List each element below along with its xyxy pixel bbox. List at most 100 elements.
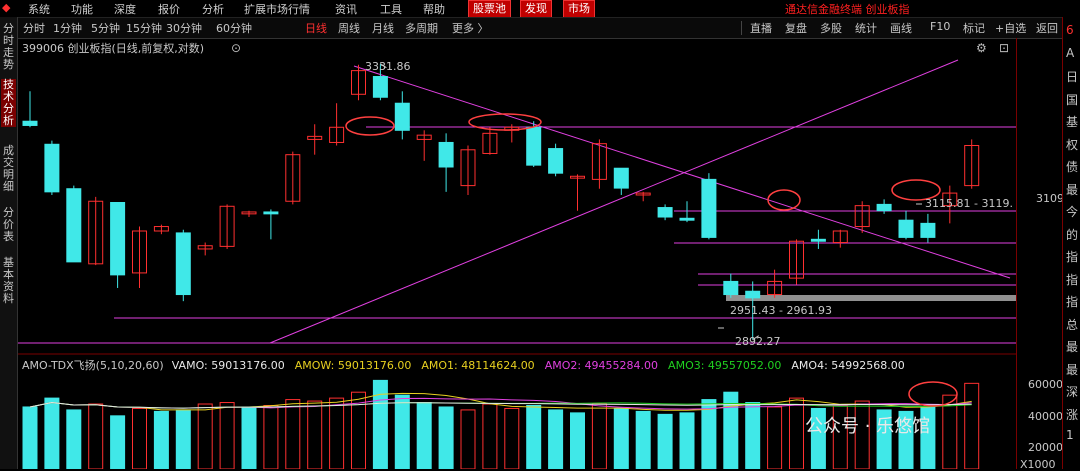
volume-bar xyxy=(570,412,585,469)
menu-market-button[interactable]: 市场 xyxy=(563,0,595,18)
tab-period-30min[interactable]: 30分钟 xyxy=(166,20,202,36)
tab-period-daily[interactable]: 日线 xyxy=(305,20,327,36)
menu-item-tools[interactable]: 工具 xyxy=(380,1,402,17)
volume-bar xyxy=(635,410,651,469)
right-info-panel: 6A日国基权债最今的指指指总最最深涨1 xyxy=(1062,17,1080,469)
volume-legend-item: AMO3: 49557052.00 xyxy=(668,359,782,372)
add-watchlist-button[interactable]: +自选 xyxy=(995,20,1026,36)
draw-line-button[interactable]: 画线 xyxy=(890,20,912,36)
menu-item-help[interactable]: 帮助 xyxy=(423,1,445,17)
menu-item-depth[interactable]: 深度 xyxy=(114,1,136,17)
volume-legend-item: AMO2: 49455284.00 xyxy=(544,359,659,372)
volume-bar xyxy=(613,407,629,469)
tab-period-5min[interactable]: 5分钟 xyxy=(91,20,120,36)
tab-period-monthly[interactable]: 月线 xyxy=(372,20,394,36)
tab-period-1min[interactable]: 1分钟 xyxy=(53,20,82,36)
volume-bar xyxy=(679,412,695,469)
candle-body xyxy=(657,207,673,218)
tab-technical-analysis[interactable]: 技术分析 xyxy=(1,79,16,127)
tab-basic-info[interactable]: 基本资料 xyxy=(1,257,16,305)
high-price-label: 3331.86 xyxy=(365,60,411,73)
f10-button[interactable]: F10 xyxy=(930,20,950,33)
tab-price-table[interactable]: 分价表 xyxy=(1,207,16,243)
candle-body xyxy=(372,76,388,98)
candle-body xyxy=(263,211,279,215)
volume-legend-item: VAMO: 59013176.00 xyxy=(171,359,285,372)
menu-item-news[interactable]: 资讯 xyxy=(335,1,357,17)
info-char: 指 xyxy=(1066,250,1079,264)
chart-title: 399006 创业板指(日线,前复权,对数) xyxy=(22,42,205,55)
volume-bar xyxy=(153,410,169,469)
volume-bar xyxy=(548,409,564,469)
volume-bar xyxy=(66,409,82,469)
info-char: 基 xyxy=(1066,115,1079,129)
volume-bar xyxy=(657,413,673,469)
menu-item-system[interactable]: 系统 xyxy=(28,1,50,17)
replay-button[interactable]: 复盘 xyxy=(785,20,807,36)
price-axis: 3109 60000 40000 20000 X1000 xyxy=(1016,38,1064,471)
volume-axis-20000: 20000 xyxy=(1028,441,1063,454)
settings-icon[interactable]: ⚙ xyxy=(976,41,987,55)
candle-body xyxy=(438,141,454,168)
candle-body xyxy=(175,232,191,296)
menu-item-analysis[interactable]: 分析 xyxy=(202,1,224,17)
volume-axis-unit: X1000 xyxy=(1020,458,1056,471)
info-char: A xyxy=(1066,45,1075,60)
statistics-button[interactable]: 统计 xyxy=(855,20,877,36)
mark-button[interactable]: 标记 xyxy=(963,20,985,36)
volume-bar xyxy=(132,407,147,469)
candle-body xyxy=(44,143,60,193)
low-price-label: 2892.27 xyxy=(735,335,781,348)
info-char: 涨 xyxy=(1066,407,1079,422)
candle-body xyxy=(66,188,82,263)
volume-bar xyxy=(285,399,301,469)
menu-item-quote[interactable]: 报价 xyxy=(158,1,180,17)
volume-bar xyxy=(504,407,520,469)
multi-stock-button[interactable]: 多股 xyxy=(820,20,842,36)
volume-bar xyxy=(110,415,126,469)
menu-discover-button[interactable]: 发现 xyxy=(520,0,552,18)
volume-indicator-legend: AMO-TDX飞扬(5,10,20,60) VAMO: 59013176.00 AM… xyxy=(22,357,915,373)
annotation-circle xyxy=(767,189,801,211)
tab-trade-details[interactable]: 成交明细 xyxy=(1,145,16,193)
tab-timeshare-trend[interactable]: 分时走势 xyxy=(1,23,16,71)
app-title: 通达信金融终端 创业板指 xyxy=(785,3,910,16)
back-button[interactable]: 返回 xyxy=(1036,20,1058,36)
volume-bar xyxy=(241,406,257,469)
watermark-text: 公众号 · 乐悠馆 xyxy=(805,416,931,437)
volume-bar xyxy=(789,397,804,469)
info-char: 权 xyxy=(1066,137,1079,152)
kline-chart[interactable] xyxy=(18,38,1016,469)
volume-bar xyxy=(88,403,104,469)
downtrend-line xyxy=(353,65,1011,279)
period-toolbar: 分时 1分钟 5分钟 15分钟 30分钟 60分钟 日线 周线 月线 多周期 更… xyxy=(0,17,1080,39)
tab-period-more[interactable]: 更多 〉 xyxy=(452,20,489,36)
dropdown-icon[interactable]: ⊙ xyxy=(231,41,241,55)
info-char: 的 xyxy=(1066,227,1079,242)
volume-bar xyxy=(482,403,498,469)
menu-item-function[interactable]: 功能 xyxy=(71,1,93,17)
menu-item-extended-market[interactable]: 扩展市场行情 xyxy=(244,1,310,17)
tab-period-timeshare[interactable]: 分时 xyxy=(23,20,45,36)
tab-period-multi[interactable]: 多周期 xyxy=(405,20,438,36)
volume-legend-item: AMOW: 59013176.00 xyxy=(294,359,412,372)
tab-period-15min[interactable]: 15分钟 xyxy=(126,20,162,36)
volume-bar xyxy=(22,406,38,469)
candle-body xyxy=(876,203,892,212)
annotation-circle xyxy=(908,381,958,407)
volume-bar xyxy=(591,403,607,469)
candle-body xyxy=(22,120,38,126)
tab-period-60min[interactable]: 60分钟 xyxy=(216,20,252,36)
tab-period-weekly[interactable]: 周线 xyxy=(338,20,360,36)
volume-legend-item: AMO-TDX飞扬(5,10,20,60) xyxy=(22,359,164,372)
info-char: 最 xyxy=(1066,362,1079,377)
live-button[interactable]: 直播 xyxy=(750,20,772,36)
maximize-icon[interactable]: ⊡ xyxy=(999,41,1009,55)
info-char: 总 xyxy=(1066,317,1079,332)
trend-lines xyxy=(18,59,1016,344)
menu-stock-pool-button[interactable]: 股票池 xyxy=(468,0,511,18)
info-char: 1 xyxy=(1066,428,1074,442)
info-char: 指 xyxy=(1066,272,1079,287)
volume-bar xyxy=(767,406,783,469)
volume-bar xyxy=(175,409,191,469)
